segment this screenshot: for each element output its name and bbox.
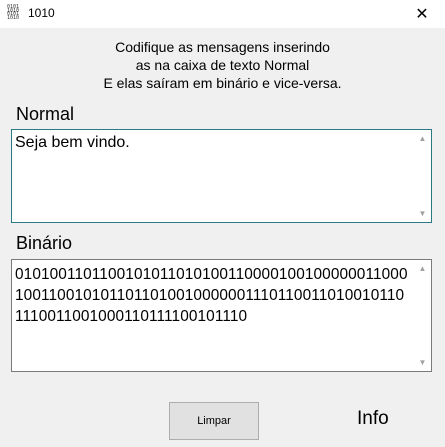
clear-button-label: Limpar <box>197 415 231 427</box>
title-bar[interactable]: 0101 1010 0101 1010 1010 ✕ <box>0 0 445 28</box>
info-link[interactable]: Info <box>357 408 389 430</box>
instructions-line: Codifique as mensagens inserindo <box>115 39 330 55</box>
binary-grid-icon: 0101 1010 0101 1010 <box>7 4 20 21</box>
normal-label: Normal <box>16 104 75 124</box>
scroll-down-arrow-icon[interactable]: ▼ <box>415 206 430 221</box>
binary-text[interactable]: 0101001101100101011010100110000100100000… <box>15 264 411 367</box>
instructions-line: as na caixa de texto Normal <box>135 57 310 73</box>
normal-textbox[interactable]: Seja bem vindo. ▲ ▼ <box>11 129 432 223</box>
instructions-text: Codifique as mensagens inserindo as na c… <box>0 38 445 92</box>
normal-text[interactable]: Seja bem vindo. <box>15 134 411 218</box>
scroll-down-arrow-icon[interactable]: ▼ <box>415 355 430 370</box>
binary-label: Binário <box>16 233 73 253</box>
instructions-line: E elas saíram em binário e vice-versa. <box>103 75 342 91</box>
close-icon: ✕ <box>415 6 429 23</box>
close-button[interactable]: ✕ <box>399 0 445 28</box>
window-title: 1010 <box>28 6 55 20</box>
binary-scrollbar[interactable]: ▲ ▼ <box>415 261 430 370</box>
normal-scrollbar[interactable]: ▲ ▼ <box>415 131 430 221</box>
scroll-up-arrow-icon[interactable]: ▲ <box>415 261 430 276</box>
scroll-up-arrow-icon[interactable]: ▲ <box>415 131 430 146</box>
clear-button[interactable]: Limpar <box>169 402 259 440</box>
binary-textbox[interactable]: 0101001101100101011010100110000100100000… <box>11 259 432 372</box>
